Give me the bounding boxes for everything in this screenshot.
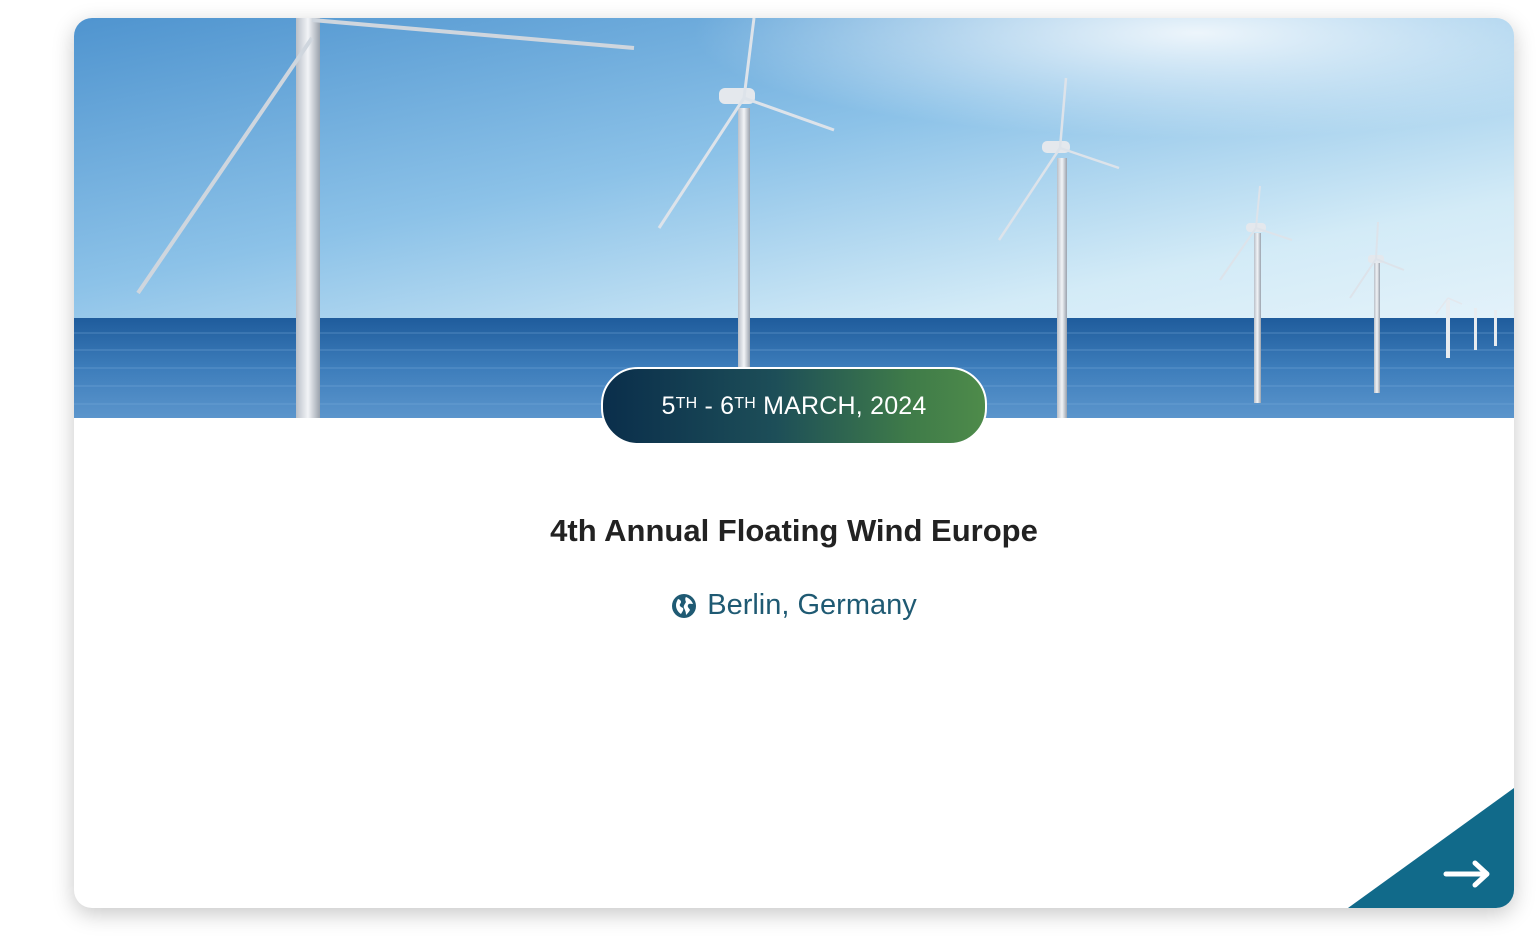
event-hero-image xyxy=(74,18,1514,418)
date-day1-suffix: TH xyxy=(675,395,698,412)
date-day1: 5 xyxy=(661,391,676,420)
date-day2: 6 xyxy=(720,391,735,420)
event-location-text: Berlin, Germany xyxy=(707,589,917,621)
date-month-year: MARCH, 2024 xyxy=(756,391,927,420)
globe-icon xyxy=(671,593,697,619)
date-separator: - xyxy=(697,391,721,420)
event-location: Berlin, Germany xyxy=(74,589,1514,622)
event-card[interactable]: 5 TH - 6 TH MARCH, 2024 4th Annual Floatin… xyxy=(74,18,1514,908)
date-day2-suffix: TH xyxy=(734,395,756,412)
event-title[interactable]: 4th Annual Floating Wind Europe xyxy=(74,513,1514,549)
wind-turbines-image xyxy=(74,18,1514,418)
event-date-badge: 5 TH - 6 TH MARCH, 2024 xyxy=(601,367,987,445)
event-details-link[interactable] xyxy=(1348,788,1514,908)
